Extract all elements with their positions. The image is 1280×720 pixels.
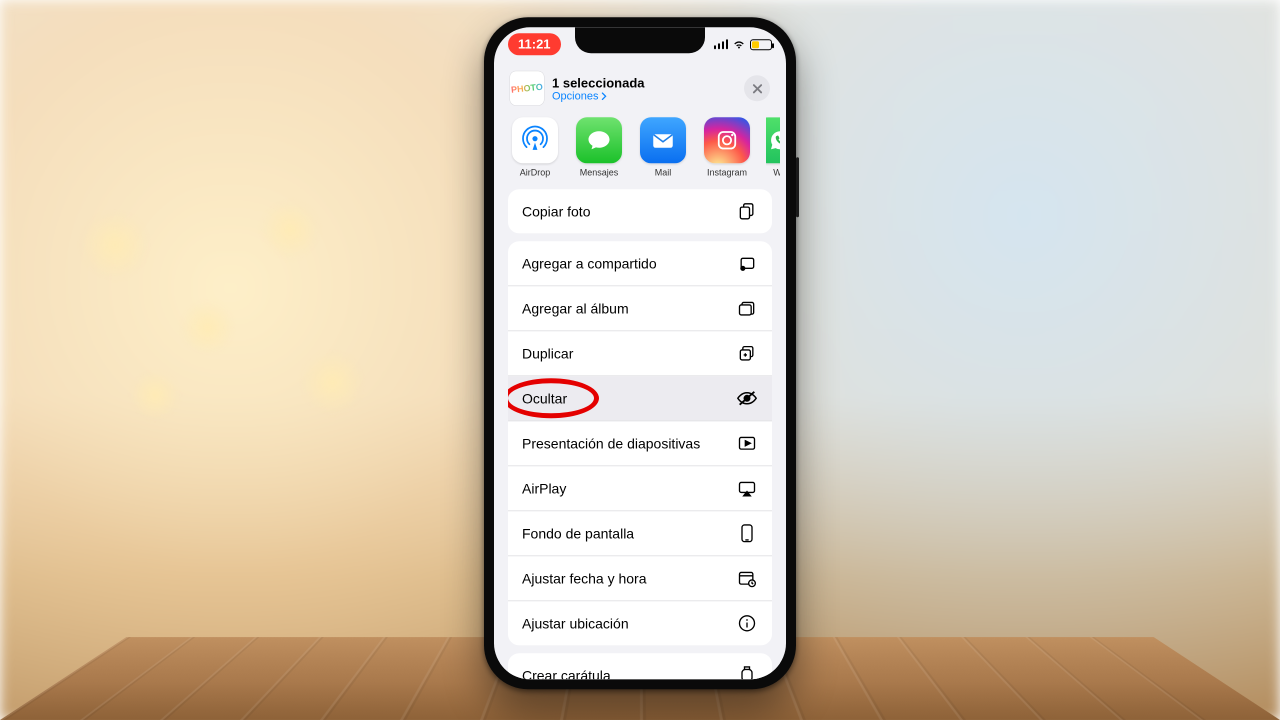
selection-count-label: 1 seleccionada <box>552 75 645 90</box>
action-label: Fondo de pantalla <box>522 525 634 541</box>
whatsapp-icon <box>766 117 780 163</box>
status-time-recording-pill: 11:21 <box>508 33 561 55</box>
options-link[interactable]: Opciones <box>552 90 645 102</box>
copy-icon <box>736 200 758 222</box>
action-group-1: Copiar foto <box>508 189 772 233</box>
cellular-icon <box>714 39 729 49</box>
album-icon <box>736 297 758 319</box>
calendar-clock-icon <box>736 567 758 589</box>
action-hide[interactable]: Ocultar <box>508 376 772 421</box>
phone-frame: 11:21 PHOTO 1 seleccionada Opciones <box>484 17 796 689</box>
close-icon <box>752 83 763 94</box>
mail-icon <box>640 117 686 163</box>
bokeh-light <box>130 370 180 420</box>
share-app-instagram[interactable]: Instagram <box>702 117 752 177</box>
action-label: Copiar foto <box>522 203 590 219</box>
action-groups: Copiar foto Agregar a compartido <box>500 181 780 679</box>
phone-screen: 11:21 PHOTO 1 seleccionada Opciones <box>494 27 786 679</box>
play-rect-icon <box>736 432 758 454</box>
share-sheet-header: PHOTO 1 seleccionada Opciones <box>500 61 780 113</box>
shared-album-icon <box>736 252 758 274</box>
chevron-right-icon <box>600 92 608 100</box>
action-group-3: Crear carátula Guardar en Archivos <box>508 653 772 679</box>
action-group-2: Agregar a compartido Agregar al álbum Du… <box>508 241 772 645</box>
action-slideshow[interactable]: Presentación de diapositivas <box>508 421 772 466</box>
share-app-row[interactable]: AirDrop Mensajes Mail <box>500 113 780 181</box>
action-duplicate[interactable]: Duplicar <box>508 331 772 376</box>
action-label: Agregar a compartido <box>522 255 657 271</box>
action-label: Ajustar fecha y hora <box>522 570 647 586</box>
action-label: AirPlay <box>522 480 566 496</box>
wifi-icon <box>732 39 746 49</box>
action-adjust-date[interactable]: Ajustar fecha y hora <box>508 556 772 601</box>
action-label: Agregar al álbum <box>522 300 629 316</box>
app-label: AirDrop <box>520 167 551 177</box>
action-label: Presentación de diapositivas <box>522 435 700 451</box>
action-label: Duplicar <box>522 345 573 361</box>
action-label: Ajustar ubicación <box>522 615 629 631</box>
action-adjust-location[interactable]: Ajustar ubicación <box>508 601 772 645</box>
share-app-mail[interactable]: Mail <box>638 117 688 177</box>
status-indicators <box>714 39 773 50</box>
action-add-to-shared[interactable]: Agregar a compartido <box>508 241 772 286</box>
bokeh-light <box>300 350 365 415</box>
eye-slash-icon <box>736 387 758 409</box>
app-label: Wh <box>773 167 780 177</box>
share-app-messages[interactable]: Mensajes <box>574 117 624 177</box>
app-label: Mail <box>655 167 672 177</box>
watch-icon <box>736 664 758 679</box>
info-icon <box>736 612 758 634</box>
bokeh-light <box>80 210 150 280</box>
bokeh-light <box>260 200 320 260</box>
app-label: Mensajes <box>580 167 619 177</box>
share-app-whatsapp[interactable]: Wh <box>766 117 780 177</box>
action-label: Ocultar <box>522 390 567 406</box>
action-airplay[interactable]: AirPlay <box>508 466 772 511</box>
airplay-icon <box>736 477 758 499</box>
duplicate-icon <box>736 342 758 364</box>
selection-thumbnail: PHOTO <box>510 71 544 105</box>
action-add-to-album[interactable]: Agregar al álbum <box>508 286 772 331</box>
action-wallpaper[interactable]: Fondo de pantalla <box>508 511 772 556</box>
notch <box>575 27 705 53</box>
messages-icon <box>576 117 622 163</box>
share-sheet: PHOTO 1 seleccionada Opciones <box>500 61 780 679</box>
instagram-icon <box>704 117 750 163</box>
action-create-watch-face[interactable]: Crear carátula <box>508 653 772 679</box>
bokeh-light <box>180 300 235 355</box>
share-app-airdrop[interactable]: AirDrop <box>510 117 560 177</box>
airdrop-icon <box>512 117 558 163</box>
close-button[interactable] <box>744 75 770 101</box>
app-label: Instagram <box>707 167 747 177</box>
action-copy-photo[interactable]: Copiar foto <box>508 189 772 233</box>
battery-icon <box>750 39 772 50</box>
action-label: Crear carátula <box>522 667 611 679</box>
iphone-icon <box>736 522 758 544</box>
